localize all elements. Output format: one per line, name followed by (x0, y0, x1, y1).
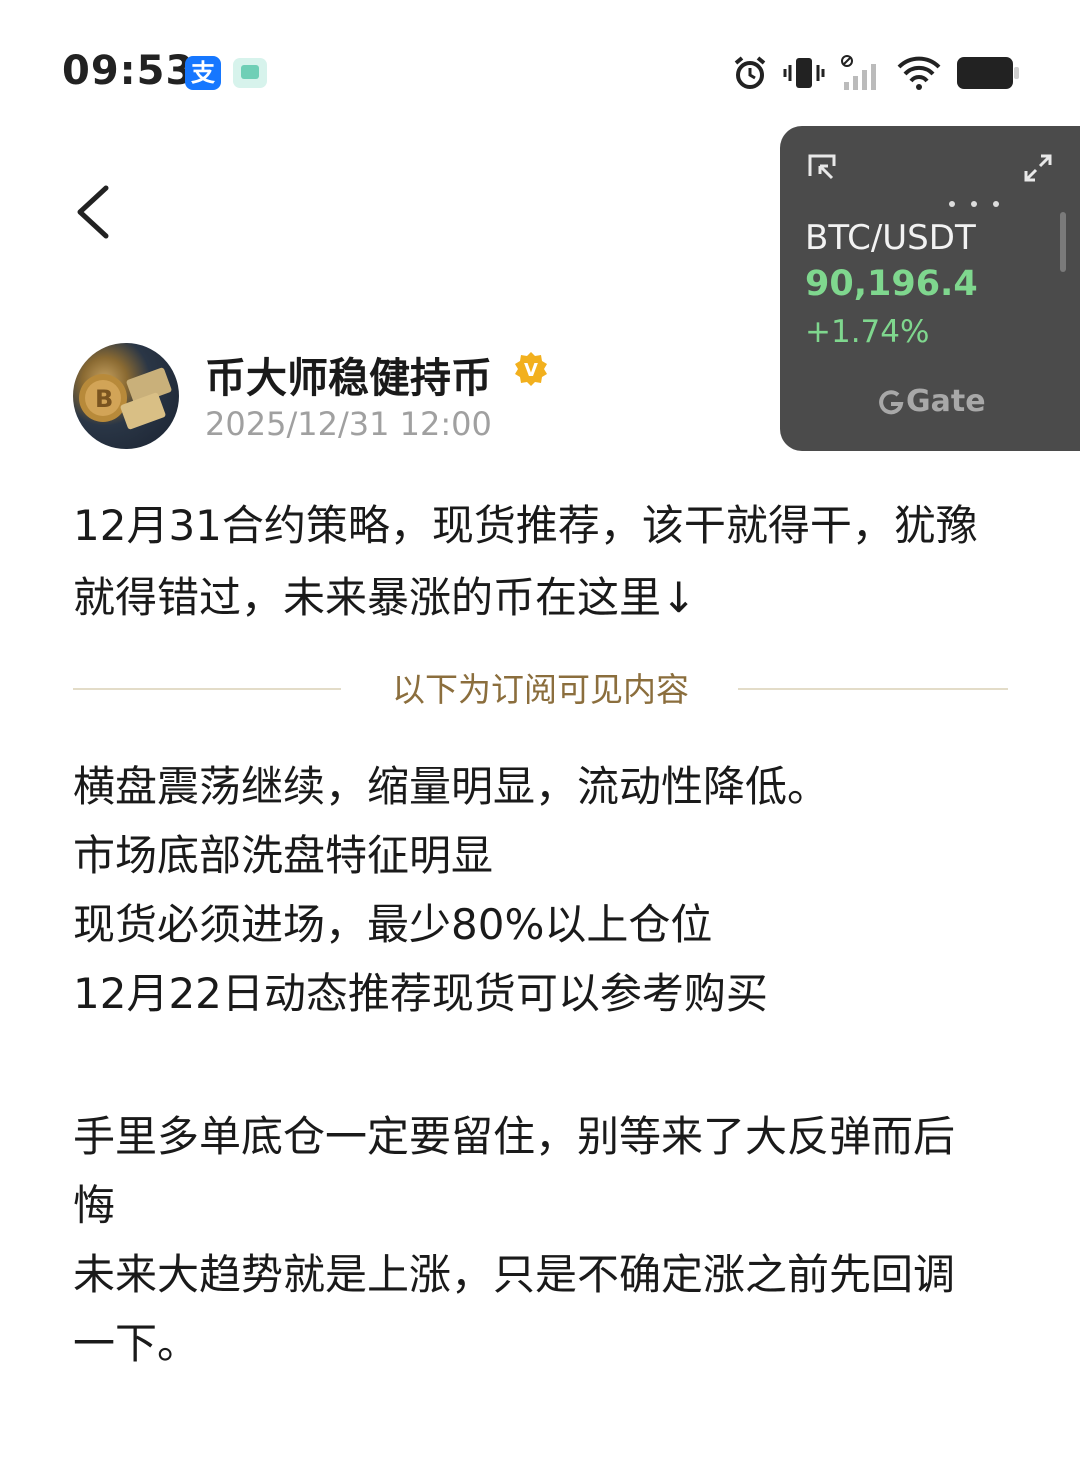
status-time: 09:53 (62, 48, 195, 94)
price-widget[interactable]: BTC/USDT 90,196.4 +1.74% Gate (780, 126, 1080, 451)
widget-scrollbar[interactable] (1060, 212, 1066, 272)
back-arrow-icon[interactable] (70, 182, 120, 242)
no-sim-signal-icon (841, 55, 876, 90)
verified-badge-icon: V (515, 352, 547, 386)
gate-brand-text: Gate (906, 384, 986, 419)
vibrate-icon (783, 58, 825, 88)
verified-badge-text: V (524, 360, 538, 381)
expand-icon[interactable] (1022, 152, 1054, 184)
post-intro: 12月31合约策略，现货推荐，该干就得干，犹豫就得错过，未来暴涨的币在这里↓ (73, 501, 978, 622)
post-date: 2025/12/31 12:00 (205, 405, 492, 443)
subscription-divider-text: 以下为订阅可见内容 (392, 670, 689, 709)
content-line: 横盘震荡继续，缩量明显，流动性降低。 (73, 762, 830, 811)
more-icon[interactable] (948, 198, 1000, 210)
content-line: 市场底部洗盘特征明显 (73, 831, 494, 880)
picture-in-picture-icon[interactable] (806, 152, 838, 184)
post-content-block-1: 横盘震荡继续，缩量明显，流动性降低。 市场底部洗盘特征明显 现货必须进场，最少8… (73, 752, 1023, 1028)
divider-line-right (738, 688, 1008, 690)
content-line: 现货必须进场，最少80%以上仓位 (73, 900, 713, 949)
avatar[interactable]: B (73, 343, 179, 449)
alipay-icon: 支 (185, 56, 221, 90)
content-line: 未来大趋势就是上涨，只是不确定涨之前先回调一下。 (73, 1250, 956, 1368)
gate-logo: Gate (878, 384, 986, 419)
svg-text:B: B (95, 385, 113, 413)
price-value: 90,196.4 (805, 264, 978, 304)
post-content-block-2: 手里多单底仓一定要留住，别等来了大反弹而后悔 未来大趋势就是上涨，只是不确定涨之… (73, 1102, 993, 1378)
author-name[interactable]: 币大师稳健持币 (205, 344, 492, 404)
battery-icon (957, 57, 1019, 89)
subscription-divider: 以下为订阅可见内容 (73, 665, 1008, 715)
trading-pair: BTC/USDT (805, 218, 976, 258)
price-change: +1.74% (805, 314, 930, 350)
alarm-icon (734, 56, 766, 89)
app-notification-icon (233, 58, 267, 88)
content-line: 12月22日动态推荐现货可以参考购买 (73, 969, 768, 1018)
wifi-icon (897, 56, 941, 90)
gate-logo-icon (879, 389, 904, 414)
status-bar: 09:53 支 (0, 0, 1080, 140)
content-line: 手里多单底仓一定要留住，别等来了大反弹而后悔 (73, 1112, 956, 1230)
